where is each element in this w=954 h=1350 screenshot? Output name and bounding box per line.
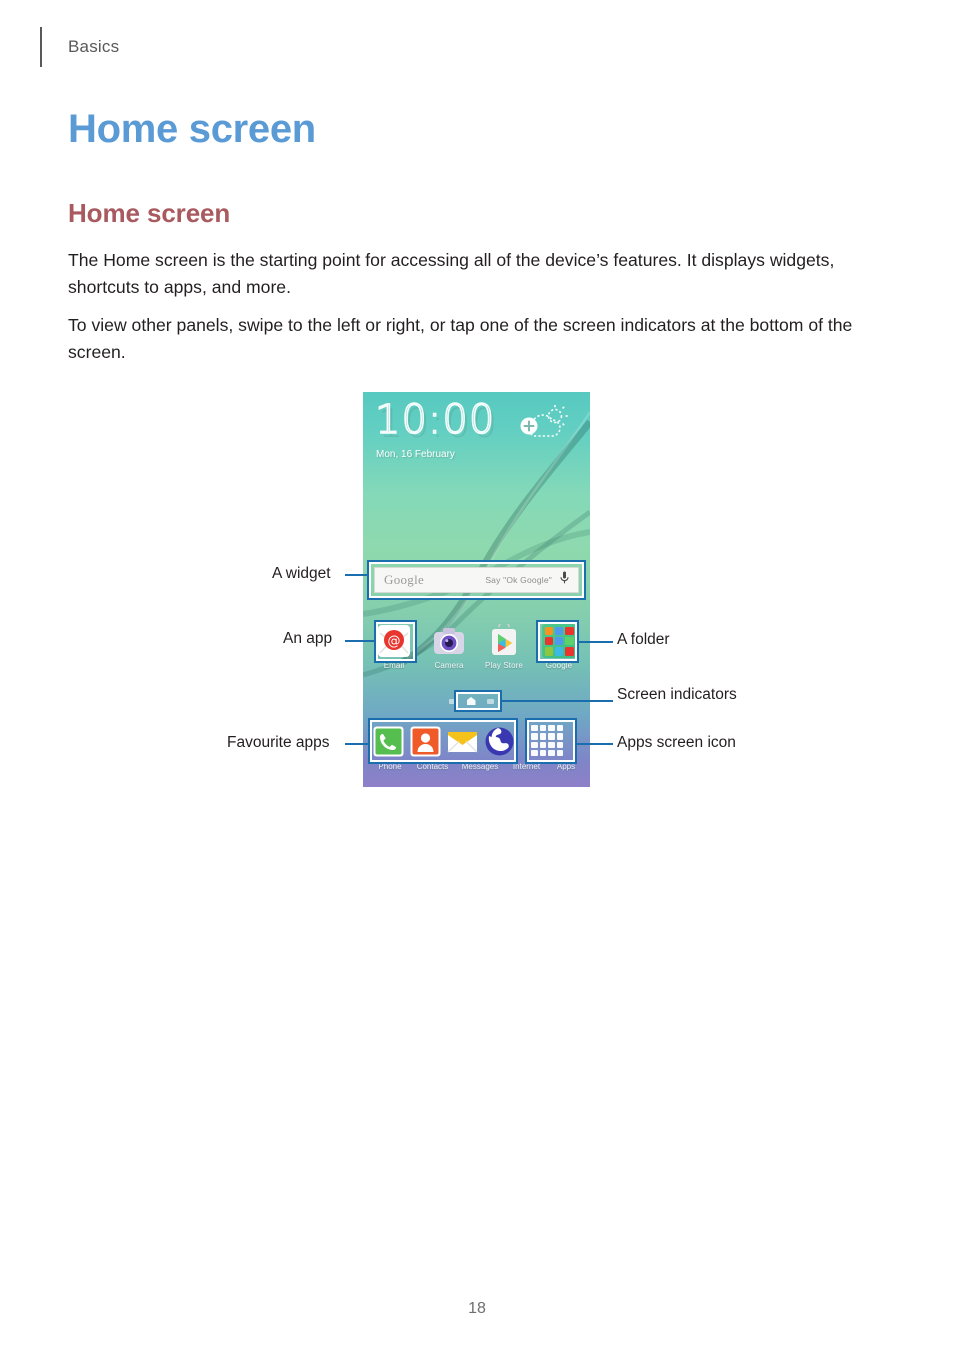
running-header: Basics (40, 26, 119, 68)
google-search-widget[interactable]: Google Say "Ok Google" (369, 562, 584, 598)
page-number: 18 (468, 1300, 486, 1317)
svg-text:@: @ (388, 634, 401, 649)
paragraph-intro: The Home screen is the starting point fo… (68, 250, 835, 297)
phone-screenshot: 10:00 Mon, 16 February Google Say "Ok Go… (363, 392, 590, 787)
leader-line-favourite-apps (345, 743, 370, 745)
callout-an-app: An app (283, 630, 333, 647)
app-shortcut-play-store[interactable]: Play Store (481, 621, 527, 670)
google-logo: Google (384, 572, 425, 587)
header-section-label: Basics (68, 37, 120, 56)
screen-indicator-dot[interactable] (448, 698, 456, 704)
app-shortcut-camera[interactable]: Camera (426, 624, 472, 670)
app-folder-google[interactable]: Google (536, 624, 582, 670)
dock-label: Contacts (416, 762, 449, 771)
clock-widget-date: Mon, 16 February (376, 449, 455, 460)
app-shortcut-email[interactable]: @ Email (371, 624, 417, 670)
phone-icon[interactable] (373, 726, 404, 757)
google-folder-icon[interactable] (542, 624, 576, 658)
dock-label: Messages (461, 762, 499, 771)
ok-google-hint: Say "Ok Google" (485, 575, 552, 585)
section-heading: Home screen (68, 198, 231, 228)
email-icon[interactable]: @ (377, 624, 411, 658)
app-label: Google (545, 661, 573, 670)
play-store-icon[interactable] (487, 621, 521, 658)
add-weather-icon[interactable] (516, 404, 570, 446)
dock-label: Phone (378, 762, 402, 771)
camera-icon[interactable] (432, 624, 466, 658)
callout-favourite-apps: Favourite apps (227, 734, 330, 751)
app-label: Email (383, 661, 405, 670)
page-title: Home screen (68, 107, 316, 151)
dock-label: Internet (512, 762, 541, 771)
screen-indicators[interactable] (441, 692, 501, 710)
header-divider-rule (40, 27, 42, 67)
favourite-apps-dock (369, 720, 519, 762)
callout-screen-indicators: Screen indicators (617, 686, 737, 703)
internet-icon[interactable] (484, 726, 515, 757)
home-screen-figure: 10:00 Mon, 16 February Google Say "Ok Go… (0, 380, 954, 800)
leader-line-folder (577, 641, 613, 643)
apps-grid-icon[interactable] (531, 725, 563, 756)
callout-a-folder: A folder (617, 631, 670, 648)
leader-line-indicators (500, 700, 613, 702)
callout-apps-screen-icon: Apps screen icon (617, 734, 736, 751)
app-label: Camera (434, 661, 464, 670)
dock-label: Apps (556, 762, 576, 771)
dock-label-row: Phone Contacts Messages Internet Apps (369, 762, 585, 771)
callout-a-widget: A widget (272, 565, 331, 582)
contacts-icon[interactable] (410, 726, 441, 757)
screen-indicator-home-active[interactable] (466, 697, 476, 705)
clock-widget-time: 10:00 (374, 397, 496, 443)
app-label: Play Store (485, 661, 523, 670)
leader-line-app (345, 640, 376, 642)
home-app-row: @ Email Camera Play Store Google (371, 621, 582, 670)
google-search-bar[interactable]: Google Say "Ok Google" (374, 567, 579, 593)
paragraph-panels: To view other panels, swipe to the left … (68, 315, 853, 362)
microphone-icon[interactable] (560, 571, 569, 589)
leader-line-widget (345, 574, 369, 576)
screen-indicator-dot[interactable] (486, 698, 494, 704)
messages-icon[interactable] (447, 726, 478, 757)
leader-line-apps-icon (575, 743, 613, 745)
